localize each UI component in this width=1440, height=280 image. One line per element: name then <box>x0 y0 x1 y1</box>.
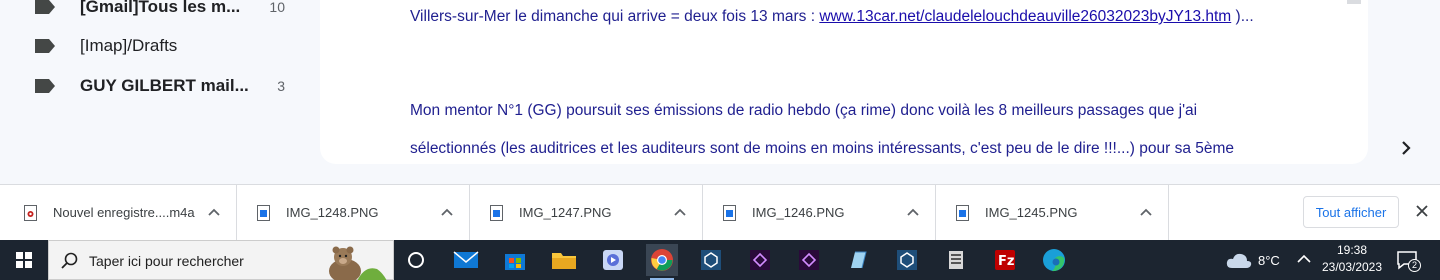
download-item[interactable]: Nouvel enregistre....m4a <box>4 185 237 241</box>
message-text: Villers-sur-Mer le dimanche qui arrive =… <box>410 8 820 25</box>
weather-widget[interactable]: 8°C <box>1226 240 1280 280</box>
message-line-2: Mon mentor N°1 (GG) poursuit ses émissio… <box>410 102 1198 119</box>
premiere-icon[interactable] <box>744 244 776 276</box>
chrome-icon[interactable] <box>646 244 678 280</box>
windows-taskbar: Taper ici pour rechercher Fz 8°C 19:38 2… <box>0 240 1440 280</box>
microsoft-store-icon[interactable] <box>499 244 531 276</box>
image-file-icon <box>956 205 969 221</box>
label-count: 3 <box>277 78 285 94</box>
app-cube-icon[interactable] <box>695 244 727 276</box>
task-view-icon[interactable] <box>400 244 432 276</box>
premiere-icon[interactable] <box>793 244 825 276</box>
windows-start-icon[interactable] <box>0 240 48 280</box>
clock-time: 19:38 <box>1336 243 1368 257</box>
label-name: [Imap]/Drafts <box>80 36 178 55</box>
download-filename: IMG_1247.PNG <box>519 205 612 220</box>
notification-badge: 2 <box>1408 259 1421 272</box>
image-file-icon <box>490 205 503 221</box>
image-file-icon <box>723 205 736 221</box>
label-icon <box>35 79 55 93</box>
filezilla-icon[interactable]: Fz <box>989 244 1021 276</box>
sidebar-label-imap-drafts[interactable]: [Imap]/Drafts <box>0 27 300 65</box>
sidebar-label-guy-gilbert[interactable]: GUY GILBERT mail... 3 <box>0 67 300 105</box>
mail-app-icon[interactable] <box>450 244 482 276</box>
chevron-up-icon[interactable] <box>907 207 919 217</box>
bear-illustration-icon <box>329 246 387 280</box>
message-body: Villers-sur-Mer le dimanche qui arrive =… <box>320 0 1368 164</box>
message-line-3: sélectionnés (les auditrices et les audi… <box>410 140 1235 157</box>
download-filename: IMG_1248.PNG <box>286 205 379 220</box>
label-icon <box>35 39 55 53</box>
edge-icon[interactable] <box>1038 244 1070 276</box>
chevron-up-icon[interactable] <box>674 207 686 217</box>
label-name: [Gmail]Tous les m... <box>80 0 241 16</box>
system-clock[interactable]: 19:38 23/03/2023 <box>1318 242 1386 276</box>
download-filename: IMG_1246.PNG <box>752 205 845 220</box>
label-name: GUY GILBERT mail... <box>80 76 249 95</box>
chevron-right-icon[interactable] <box>1396 138 1416 158</box>
download-item[interactable]: IMG_1245.PNG <box>936 185 1169 241</box>
download-filename: IMG_1245.PNG <box>985 205 1078 220</box>
search-placeholder: Taper ici pour rechercher <box>89 253 244 269</box>
clock-date: 23/03/2023 <box>1321 260 1383 274</box>
file-explorer-icon[interactable] <box>548 244 580 276</box>
label-count: 10 <box>269 0 285 15</box>
notes-app-icon[interactable] <box>842 244 874 276</box>
notification-center[interactable]: 2 <box>1396 250 1421 272</box>
download-filename: Nouvel enregistre....m4a <box>53 205 195 220</box>
cloud-icon <box>1226 253 1252 268</box>
chevron-up-icon[interactable] <box>1297 254 1311 264</box>
message-link[interactable]: www.13car.net/claudelelouchdeauville2603… <box>819 8 1231 25</box>
taskbar-search-box[interactable]: Taper ici pour rechercher <box>48 240 394 280</box>
download-item[interactable]: IMG_1247.PNG <box>470 185 703 241</box>
gmail-window: [Gmail]Tous les m... 10 [Imap]/Drafts GU… <box>0 0 1440 184</box>
weather-temperature: 8°C <box>1258 252 1280 268</box>
chevron-up-icon[interactable] <box>1140 207 1152 217</box>
search-icon <box>61 252 78 269</box>
label-sidebar: [Gmail]Tous les m... 10 [Imap]/Drafts GU… <box>0 0 310 184</box>
image-file-icon <box>257 205 270 221</box>
sidebar-label-tous-les-messages[interactable]: [Gmail]Tous les m... 10 <box>0 0 300 26</box>
audio-file-icon <box>24 205 37 221</box>
chevron-up-icon[interactable] <box>208 207 220 217</box>
svg-text:Fz: Fz <box>998 254 1014 269</box>
show-all-downloads-button[interactable]: Tout afficher <box>1303 196 1399 228</box>
scrollbar-thumb[interactable] <box>1347 0 1361 4</box>
close-icon[interactable] <box>1414 203 1430 219</box>
chevron-up-icon[interactable] <box>441 207 453 217</box>
download-item[interactable]: IMG_1248.PNG <box>237 185 470 241</box>
download-bar: Nouvel enregistre....m4a IMG_1248.PNG IM… <box>0 184 1440 241</box>
message-text: )... <box>1231 8 1254 25</box>
media-player-icon[interactable] <box>597 244 629 276</box>
message-line-1: Villers-sur-Mer le dimanche qui arrive =… <box>410 8 1254 26</box>
label-icon <box>35 0 55 14</box>
download-item[interactable]: IMG_1246.PNG <box>703 185 936 241</box>
app-cube-icon[interactable] <box>891 244 923 276</box>
server-app-icon[interactable] <box>940 244 972 276</box>
